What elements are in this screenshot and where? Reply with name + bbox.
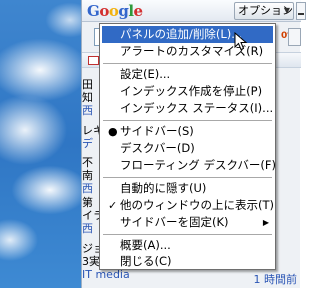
checkmark-icon: ✓ <box>108 199 118 212</box>
options-button[interactable]: オプション ▼ <box>234 2 294 20</box>
menu-item-pin-sidebar[interactable]: サイドバーを固定(K) ▶ <box>102 214 273 231</box>
news-icon <box>88 56 99 65</box>
menu-item-deskbar[interactable]: デスクバー(D) <box>102 140 273 157</box>
news-time: 1 時間前 <box>253 273 298 286</box>
sidebar-header: Google オプション ▼ <box>82 0 306 22</box>
options-context-menu: パネルの追加/削除(L)... アラートのカスタマイズ(R) 設定(E)... … <box>99 23 276 270</box>
radio-selected-icon: ● <box>108 125 118 138</box>
menu-separator <box>103 120 272 121</box>
menu-item-about[interactable]: 概要(A)... <box>102 237 273 254</box>
menu-item-settings[interactable]: 設定(E)... <box>102 66 273 83</box>
menu-item-close[interactable]: 閉じる(C) <box>102 254 273 269</box>
menu-item-stop-indexing[interactable]: インデックス作成を停止(P) <box>102 83 273 100</box>
google-logo: Google <box>87 2 143 20</box>
chevron-down-icon: ▼ <box>283 6 290 15</box>
menu-item-index-status[interactable]: インデックス ステータス(I)... <box>102 100 273 117</box>
panel-scroll-button[interactable] <box>288 28 301 46</box>
submenu-arrow-icon: ▶ <box>262 218 269 227</box>
menu-separator <box>103 234 272 235</box>
mouse-cursor-icon <box>234 32 248 51</box>
menu-item-floating-deskbar[interactable]: フローティング デスクバー(F) <box>102 157 276 174</box>
menu-separator <box>103 63 272 64</box>
menu-separator <box>103 177 272 178</box>
menu-item-sidebar[interactable]: ● サイドバー(S) <box>102 123 273 140</box>
menu-item-auto-hide[interactable]: 自動的に隠す(U) <box>102 180 273 197</box>
minimize-sidebar-button[interactable] <box>296 2 306 20</box>
menu-item-always-on-top[interactable]: ✓ 他のウィンドウの上に表示(T) <box>102 197 274 214</box>
